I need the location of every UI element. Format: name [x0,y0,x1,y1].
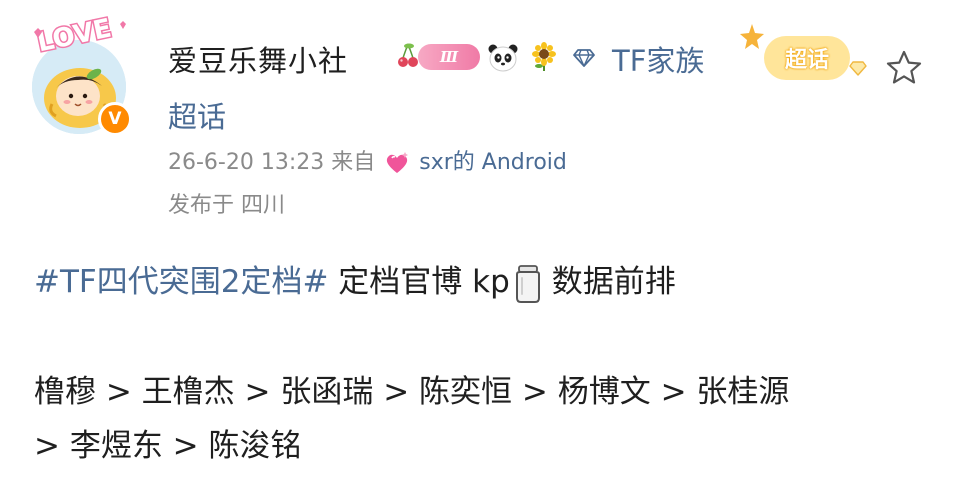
sparkle-star-icon [740,24,764,49]
source-prefix: 来自 [331,150,376,175]
love-sticker-icon: LOVE [33,12,126,56]
chaohua-badge-label: 超话 [784,48,829,73]
family-link[interactable]: TF家族 [612,38,704,80]
panda-emoji-icon [488,44,518,72]
diamond-icon [573,49,595,67]
verified-badge-label: V [108,108,122,129]
verified-badge: V [98,102,132,136]
user-level-badge[interactable]: Ⅲ [418,44,480,70]
svg-text:LOVE: LOVE [35,13,115,56]
author-name[interactable]: 爱豆乐舞小社 [168,38,348,80]
post-text-segment-2: 数据前排 [551,264,676,300]
hashtag-link[interactable]: #TF四代突围2定档# [34,264,328,300]
ranking-line: 橹穆 > 王橹杰 > 张函瑞 > 陈奕恒 > 杨博文 > 张桂源 [34,374,790,410]
sparkling-heart-icon [387,152,409,173]
ranking-line-continued: > 李煜东 > 陈浚铭 [34,428,302,464]
post-location: 发布于 四川 [168,193,285,218]
jar-emoji-icon [515,264,540,303]
sunflower-emoji-icon [532,42,556,71]
post-text-segment: 定档官博 kp [328,264,510,300]
chaohua-badge[interactable]: 超话 [764,36,850,80]
weibo-post: LOVE V 爱豆乐舞小社 Ⅲ TF家族 超话 超话 26-6-20 13:23… [0,0,960,490]
favorite-star-icon[interactable] [884,48,924,88]
post-meta: 26-6-20 13:23 来自 sxr的 Android [168,144,567,176]
cherry-icon [398,43,418,67]
mini-diamond-icon [849,61,867,76]
source-device-link[interactable]: sxr的 Android [419,150,567,175]
post-text-line: #TF四代突围2定档# 定档官博 kp 数据前排 [34,256,676,304]
post-timestamp: 26-6-20 13:23 [168,150,325,175]
chaohua-link[interactable]: 超话 [168,94,226,136]
level-label: Ⅲ [439,48,459,66]
